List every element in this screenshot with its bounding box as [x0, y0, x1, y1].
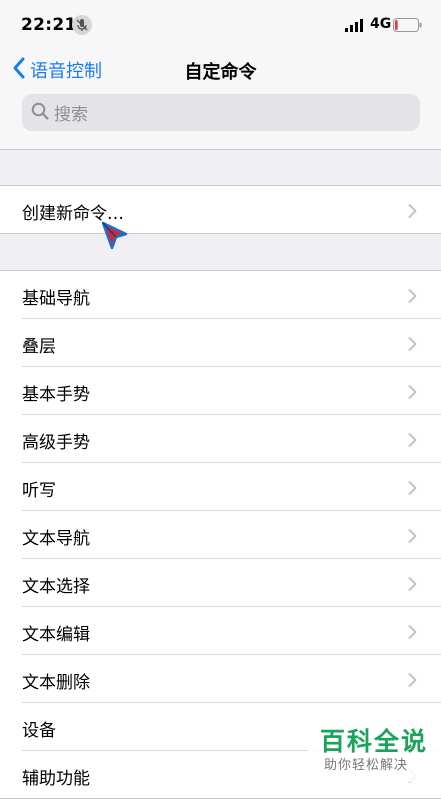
chevron-right-icon — [408, 576, 417, 595]
search-icon — [31, 102, 49, 124]
chevron-right-icon — [408, 528, 417, 547]
row-label: 听写 — [22, 481, 56, 501]
row-label: 设备 — [22, 721, 56, 741]
row-label: 文本选择 — [22, 577, 90, 597]
chevron-right-icon — [408, 624, 417, 643]
row-label: 基本手势 — [22, 385, 90, 405]
watermark-subtitle: 助你轻松解决 — [324, 758, 409, 773]
watermark-title: 百科全说 — [320, 727, 429, 756]
page-title: 自定命令 — [184, 62, 257, 83]
row-label: 高级手势 — [22, 433, 90, 453]
list-item[interactable]: 听写 — [22, 462, 441, 510]
status-time: 22:21 — [21, 15, 77, 35]
row-label: 文本导航 — [22, 529, 90, 549]
navigation-bar: 语音控制 自定命令 搜索 — [0, 50, 441, 150]
row-label: 文本编辑 — [22, 625, 90, 645]
row-label: 基础导航 — [22, 289, 90, 309]
search-placeholder: 搜索 — [54, 105, 88, 125]
list-item[interactable]: 文本删除 — [22, 654, 441, 702]
row-label: 文本删除 — [22, 673, 90, 693]
chevron-right-icon — [408, 203, 417, 222]
chevron-right-icon — [408, 672, 417, 691]
row-label: 辅助功能 — [22, 769, 90, 789]
status-bar: 22:21 4G — [0, 0, 441, 50]
chevron-right-icon — [408, 432, 417, 451]
pointer-cursor-icon — [100, 220, 130, 256]
microphone-icon — [72, 15, 92, 35]
chevron-right-icon — [408, 336, 417, 355]
list-item[interactable]: 文本导航 — [22, 510, 441, 558]
network-type: 4G — [370, 16, 392, 32]
list-item[interactable]: 高级手势 — [22, 414, 441, 462]
battery-icon — [393, 17, 423, 36]
create-command-group: 创建新命令… — [0, 185, 441, 234]
list-item[interactable]: 文本选择 — [22, 558, 441, 606]
list-item[interactable]: 基础导航 — [0, 271, 441, 318]
watermark-logo: 百科全说 助你轻松解决 — [308, 718, 441, 782]
row-label: 叠层 — [22, 337, 56, 357]
create-new-command-row[interactable]: 创建新命令… — [0, 186, 441, 233]
list-item[interactable]: 叠层 — [22, 318, 441, 366]
list-item[interactable]: 文本编辑 — [22, 606, 441, 654]
chevron-right-icon — [408, 384, 417, 403]
list-item[interactable]: 基本手势 — [22, 366, 441, 414]
signal-icon — [345, 18, 365, 37]
chevron-right-icon — [408, 288, 417, 307]
search-input[interactable]: 搜索 — [22, 94, 420, 131]
chevron-right-icon — [408, 480, 417, 499]
